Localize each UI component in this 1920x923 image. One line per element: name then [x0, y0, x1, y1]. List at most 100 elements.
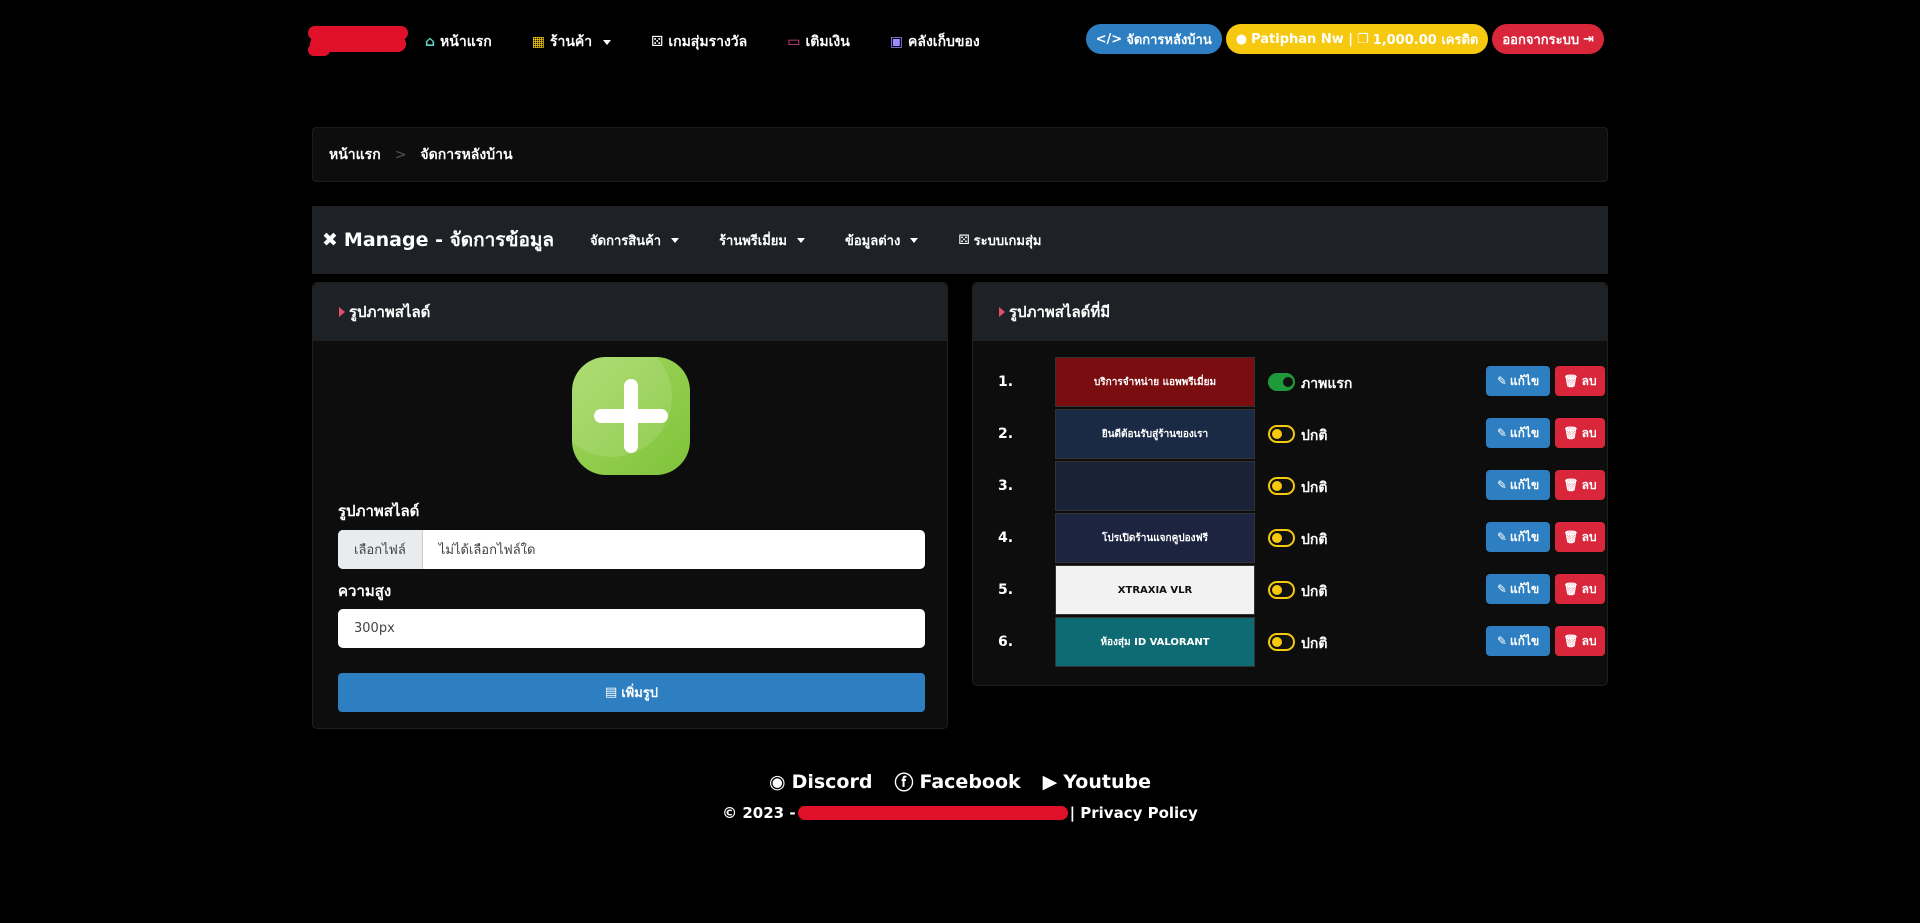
dice-icon: ⚄	[651, 34, 664, 50]
delete-slide-button[interactable]: 🗑 ลบ	[1555, 522, 1605, 552]
slide-status-toggle[interactable]	[1268, 633, 1295, 651]
nav-home-label: หน้าแรก	[440, 34, 492, 50]
edit-slide-button[interactable]: ✎ แก้ไข	[1486, 470, 1550, 500]
user-credit-button[interactable]: ● Patiphan Nw | ❐ 1,000.00 เครดิต	[1225, 24, 1489, 54]
slide-status-toggle[interactable]	[1268, 581, 1295, 599]
edit-slide-button[interactable]: ✎ แก้ไข	[1486, 626, 1550, 656]
nav-shop[interactable]: ▦ ร้านค้า	[531, 31, 612, 53]
edit-slide-button[interactable]: ✎ แก้ไข	[1486, 418, 1550, 448]
edit-slide-button[interactable]: ✎ แก้ไข	[1486, 574, 1550, 604]
slide-thumbnail-text: ห้องสุ่ม ID VALORANT	[1056, 618, 1254, 666]
slide-row: 2. ยินดีต้อนรับสู่ร้านของเรา ปกติ ✎ แก้ไข 🗑 ลบ	[998, 409, 1605, 459]
slide-status-label: ปกติ	[1301, 532, 1328, 548]
manage-menu-products-label: จัดการสินค้า	[590, 233, 662, 249]
height-input[interactable]: 300px	[338, 609, 925, 648]
choose-file-button[interactable]: เลือกไฟล์	[338, 530, 423, 569]
slide-thumbnail-text: ยินดีต้อนรับสู่ร้านของเรา	[1056, 410, 1254, 458]
trash-icon: 🗑	[1563, 478, 1579, 492]
code-icon: </>	[1095, 31, 1123, 47]
manage-menu-products[interactable]: จัดการสินค้า	[590, 230, 680, 251]
footer-link-discord-label: Discord	[791, 770, 873, 793]
edit-icon: ✎	[1496, 530, 1507, 544]
chevron-down-icon	[603, 39, 612, 45]
manage-menu-info[interactable]: ข้อมูลต่าง	[844, 230, 919, 251]
chevron-down-icon	[671, 237, 680, 243]
slide-status-label: ปกติ	[1301, 480, 1328, 496]
delete-slide-button[interactable]: 🗑 ลบ	[1555, 418, 1605, 448]
breadcrumb-current: จัดการหลังบ้าน	[420, 146, 513, 163]
nav-inventory-label: คลังเก็บของ	[908, 34, 980, 50]
edit-icon: ✎	[1496, 426, 1507, 440]
discord-icon: ◉	[768, 770, 786, 793]
slide-status-label: ปกติ	[1301, 584, 1328, 600]
manage-menu-gacha[interactable]: ⚄ ระบบเกมสุ่ม	[958, 230, 1041, 251]
main-nav: ⌂ หน้าแรก ▦ ร้านค้า ⚄ เกมสุ่มรางวัล ▭ เต…	[425, 22, 1020, 62]
slides-list-header: รูปภาพสไลด์ที่มี	[973, 283, 1607, 341]
logout-button[interactable]: ออกจากระบบ ⇥	[1492, 24, 1604, 54]
nav-topup-label: เติมเงิน	[805, 34, 850, 50]
nav-home[interactable]: ⌂ หน้าแรก	[425, 31, 492, 53]
nav-topup[interactable]: ▭ เติมเงิน	[787, 31, 850, 53]
username-label: Patiphan Nw |	[1251, 31, 1353, 47]
delete-slide-button[interactable]: 🗑 ลบ	[1555, 626, 1605, 656]
slide-status-label: ปกติ	[1301, 428, 1328, 444]
edit-icon: ✎	[1496, 374, 1507, 388]
breadcrumb: หน้าแรก > จัดการหลังบ้าน	[312, 127, 1608, 182]
trash-icon: 🗑	[1563, 634, 1579, 648]
add-slide-header-label: รูปภาพสไลด์	[349, 302, 431, 321]
footer-link-youtube[interactable]: ▶ Youtube	[1043, 768, 1151, 795]
add-image-button[interactable]: ▤ เพิ่มรูป	[338, 673, 925, 712]
slide-status-toggle[interactable]	[1268, 425, 1295, 443]
coins-icon: ❐	[1357, 31, 1369, 47]
chevron-down-icon	[910, 237, 919, 243]
nav-inventory[interactable]: ▣ คลังเก็บของ	[890, 31, 980, 53]
delete-slide-button[interactable]: 🗑 ลบ	[1555, 574, 1605, 604]
youtube-icon: ▶	[1042, 770, 1058, 793]
slide-thumbnail: ยินดีต้อนรับสู่ร้านของเรา	[1055, 409, 1255, 459]
delete-slide-button[interactable]: 🗑 ลบ	[1555, 470, 1605, 500]
edit-slide-button-label: แก้ไข	[1509, 581, 1540, 596]
edit-slide-button[interactable]: ✎ แก้ไข	[1486, 366, 1550, 396]
breadcrumb-home[interactable]: หน้าแรก	[329, 144, 381, 166]
privacy-policy-link[interactable]: | Privacy Policy	[1070, 804, 1198, 822]
delete-slide-button-label: ลบ	[1581, 529, 1597, 544]
image-file-input[interactable]: เลือกไฟล์ ไม่ได้เลือกไฟล์ใด	[338, 530, 925, 569]
edit-slide-button[interactable]: ✎ แก้ไข	[1486, 522, 1550, 552]
nav-gacha[interactable]: ⚄ เกมสุ่มรางวัล	[651, 31, 747, 53]
edit-icon: ✎	[1496, 582, 1507, 596]
edit-slide-button-label: แก้ไข	[1509, 477, 1540, 492]
slide-status-toggle[interactable]	[1268, 373, 1295, 391]
slides-list-header-label: รูปภาพสไลด์ที่มี	[1009, 302, 1111, 321]
sign-out-icon: ⇥	[1583, 31, 1594, 47]
slide-thumbnail: โปรเปิดร้านแจกคูปองฟรี	[1055, 513, 1255, 563]
redacted-site-name	[797, 806, 1068, 820]
copyright-prefix: © 2023 -	[722, 804, 796, 822]
delete-slide-button[interactable]: 🗑 ลบ	[1555, 366, 1605, 396]
slide-status-toggle[interactable]	[1268, 477, 1295, 495]
edit-icon: ✎	[1496, 634, 1507, 648]
admin-button[interactable]: </> จัดการหลังบ้าน	[1085, 24, 1222, 54]
box-icon: ▣	[889, 34, 903, 50]
edit-slide-button-label: แก้ไข	[1509, 425, 1540, 440]
folder-plus-icon: ▤	[604, 685, 618, 700]
slide-row: 1. บริการจำหน่าย แอพพรีเมี่ยม ภาพแรก ✎ แก้ไข…	[998, 357, 1605, 407]
footer-link-discord[interactable]: ◉ Discord	[769, 768, 872, 795]
manage-menu-premium[interactable]: ร้านพรีเมี่ยม	[719, 230, 805, 251]
footer-link-facebook[interactable]: ⓕ Facebook	[894, 768, 1020, 795]
nav-shop-label: ร้านค้า	[549, 34, 593, 50]
facebook-icon: ⓕ	[894, 772, 914, 794]
site-logo[interactable]	[308, 26, 408, 56]
file-status-text: ไม่ได้เลือกไฟล์ใด	[438, 543, 536, 558]
slide-row: 3. ปกติ ✎ แก้ไข 🗑 ลบ	[998, 461, 1605, 511]
slide-status-toggle[interactable]	[1268, 529, 1295, 547]
slide-thumbnail-text	[1056, 462, 1254, 510]
shop-icon: ▦	[531, 34, 545, 50]
delete-slide-button-label: ลบ	[1581, 581, 1597, 596]
trash-icon: 🗑	[1563, 374, 1579, 388]
edit-icon: ✎	[1496, 478, 1507, 492]
manage-menu-info-label: ข้อมูลต่าง	[844, 233, 901, 249]
manage-bar: ✖ Manage - จัดการข้อมูล จัดการสินค้า ร้า…	[312, 206, 1608, 274]
trash-icon: 🗑	[1563, 426, 1579, 440]
add-image-icon[interactable]	[572, 357, 690, 475]
credit-label: 1,000.00 เครดิต	[1372, 32, 1479, 48]
